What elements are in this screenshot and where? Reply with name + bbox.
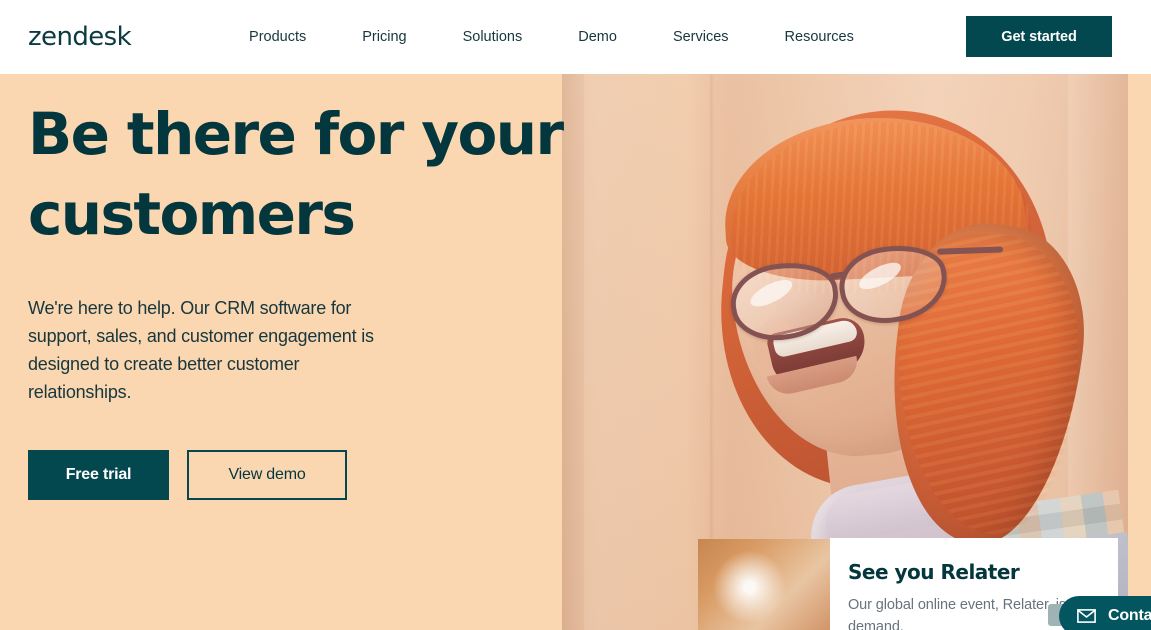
nav-item-pricing[interactable]: Pricing (334, 29, 434, 45)
hero-section: Be there for your customers We're here t… (0, 74, 1151, 630)
lens-glint-right (855, 257, 905, 295)
prismatic-crystal-icon (698, 539, 831, 630)
glasses-temple (937, 246, 1004, 255)
nav-item-products[interactable]: Products (221, 29, 334, 45)
promo-thumbnail[interactable] (698, 539, 831, 630)
nav-item-resources[interactable]: Resources (757, 29, 882, 45)
hero-cta-row: Free trial View demo (28, 450, 347, 500)
promo-title: See you Relater (848, 560, 1020, 584)
envelope-icon (1077, 609, 1096, 623)
hero-title: Be there for your customers (28, 100, 564, 248)
contact-button[interactable]: Contact (1059, 596, 1151, 630)
page-root: zendesk Products Pricing Solutions Demo … (0, 0, 1151, 630)
nav-item-demo[interactable]: Demo (550, 29, 645, 45)
site-header: zendesk Products Pricing Solutions Demo … (0, 0, 1151, 74)
glasses-lens-left (725, 255, 845, 348)
nav-item-solutions[interactable]: Solutions (435, 29, 551, 45)
main-navigation: Products Pricing Solutions Demo Services… (221, 29, 882, 45)
nav-item-services[interactable]: Services (645, 29, 757, 45)
lens-glint-left (746, 274, 796, 312)
contact-label: Contact (1108, 607, 1151, 624)
view-demo-button[interactable]: View demo (187, 450, 347, 500)
hero-subtitle: We're here to help. Our CRM software for… (28, 298, 374, 402)
get-started-button[interactable]: Get started (966, 16, 1112, 57)
free-trial-button[interactable]: Free trial (28, 450, 169, 500)
zendesk-logo[interactable]: zendesk (28, 22, 132, 52)
glasses-lens-right (834, 237, 953, 330)
